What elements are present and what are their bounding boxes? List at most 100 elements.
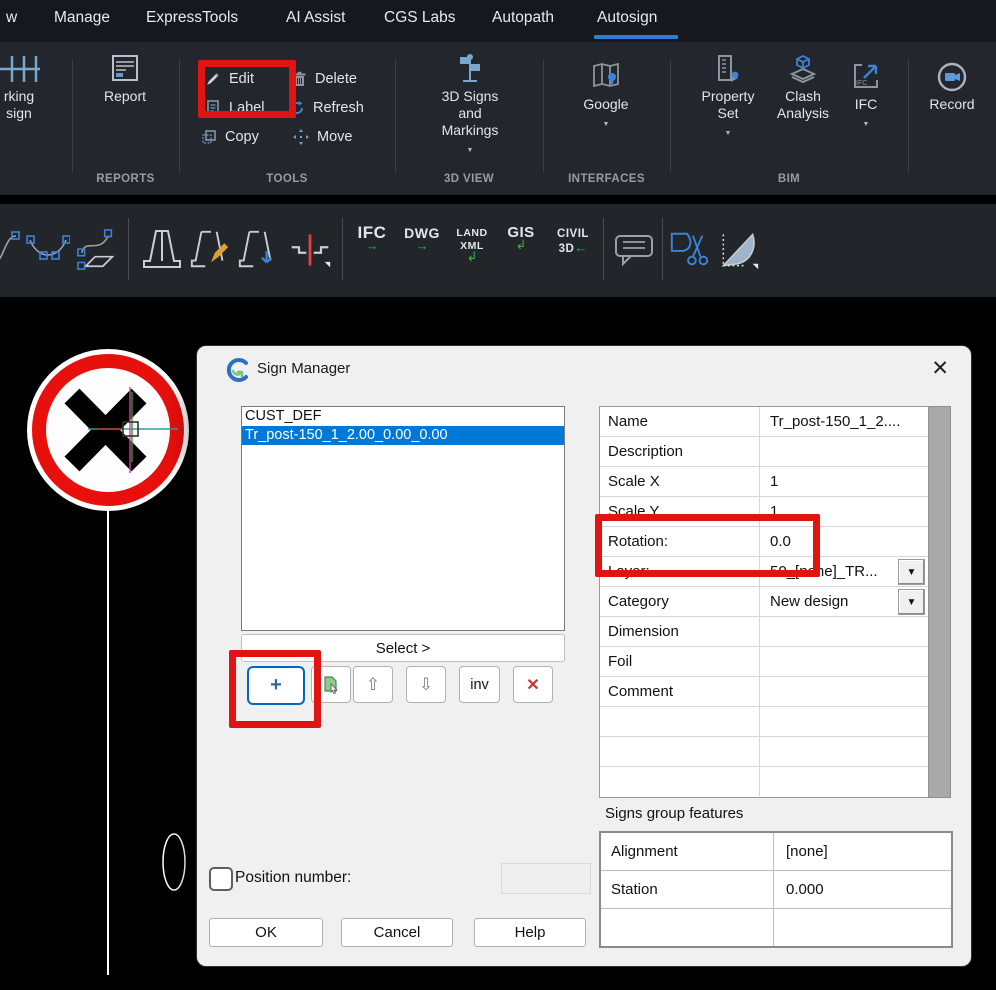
quick-toolbar: IFC → DWG → LAND XML ↲ GIS ↲ CIVIL 3D←	[0, 204, 996, 297]
highlight-box-edit	[198, 60, 296, 118]
ifc-export-icon: IFC	[838, 62, 894, 92]
refresh-label: Refresh	[313, 100, 364, 116]
report-icon	[85, 54, 165, 84]
traffic-sign-entity[interactable]	[27, 349, 189, 975]
ribbon-copy-button[interactable]: Copy	[200, 128, 259, 146]
clash-label-line1: Clash	[785, 88, 821, 104]
civil3d-import-tool[interactable]: CIVIL 3D←	[548, 226, 598, 256]
sign-list[interactable]: CUST_DEF Tr_post-150_1_2.00_0.00_0.00	[241, 406, 565, 631]
toolbar-divider	[342, 218, 343, 280]
google-label: Google	[583, 96, 628, 112]
ribbon-refresh-button[interactable]: Refresh	[288, 99, 364, 117]
category-dropdown-button[interactable]: ▼	[898, 589, 925, 615]
tab-autosign[interactable]: Autosign	[597, 9, 657, 27]
tab-view-partial[interactable]: w	[6, 9, 17, 27]
ok-button[interactable]: OK	[209, 918, 323, 947]
property-grid-scrollbar[interactable]	[928, 406, 951, 798]
toolbar-divider	[128, 218, 129, 280]
property-set-icon	[690, 54, 766, 84]
ribbon-google-button[interactable]: Google ▼	[566, 62, 646, 133]
help-button[interactable]: Help	[474, 918, 586, 947]
ribbon-3d-signs-button[interactable]: 3D Signs and Markings ▼	[424, 54, 516, 159]
dwg-export-tool[interactable]: DWG →	[398, 226, 446, 251]
position-number-checkbox[interactable]	[209, 867, 233, 891]
toolbar-divider	[603, 218, 604, 280]
green-arrow-left-icon: ←	[574, 240, 587, 255]
close-icon[interactable]: ✕	[931, 356, 949, 381]
move-up-button[interactable]: ⇧	[353, 666, 393, 703]
dropdown-caret-icon: ▼	[838, 116, 894, 133]
clash-label-line2: Analysis	[777, 105, 829, 121]
ribbon-report-button[interactable]: Report	[85, 54, 165, 105]
svg-text:IFC: IFC	[856, 80, 867, 87]
ribbon-parking-design-button[interactable]: rking sign	[0, 54, 64, 122]
group-label-3d-view: 3D VIEW	[395, 173, 543, 185]
dropdown-caret-icon: ▼	[690, 125, 766, 142]
delete-sign-button[interactable]: ✕	[513, 666, 553, 703]
tab-ai-assist[interactable]: AI Assist	[286, 9, 345, 27]
gis-import-tool[interactable]: GIS ↲	[498, 226, 544, 250]
property-row-comment: Comment	[600, 677, 928, 707]
cgs-labs-logo-icon	[225, 357, 251, 383]
property-row-category: Category New design ▼	[600, 587, 928, 617]
ifc-export-tool[interactable]: IFC →	[348, 226, 396, 251]
position-number-label: Position number:	[235, 869, 351, 887]
group-label-interfaces: INTERFACES	[543, 173, 670, 185]
dropdown-caret-icon: ▼	[566, 116, 646, 133]
copy-label: Copy	[225, 129, 259, 145]
trim-scissors-icon[interactable]	[668, 222, 712, 278]
move-down-button[interactable]: ⇩	[406, 666, 446, 703]
tab-manage[interactable]: Manage	[54, 9, 110, 27]
ribbon-delete-button[interactable]: Delete	[290, 70, 357, 88]
tab-expresstools[interactable]: ExpressTools	[146, 9, 238, 27]
ribbon-record-button[interactable]: Record	[908, 62, 996, 113]
signs3d-label-line3: Markings	[442, 122, 499, 138]
ribbon-property-set-button[interactable]: Property Set ▼	[690, 54, 766, 142]
parking-design-icon	[0, 54, 64, 84]
list-item[interactable]: CUST_DEF	[242, 407, 564, 426]
layer-dropdown-button[interactable]: ▼	[898, 559, 925, 585]
parking-label-line1: rking	[4, 88, 34, 104]
ribbon-divider	[179, 60, 180, 172]
copy-icon	[200, 128, 218, 146]
active-tab-underline	[594, 35, 678, 39]
dropdown-caret-icon: ▼	[424, 142, 516, 159]
ribbon-divider	[670, 60, 671, 172]
cross-section-icon[interactable]	[288, 222, 332, 278]
partial-tool-icon[interactable]	[0, 222, 26, 278]
landxml-import-tool[interactable]: LAND XML ↲	[448, 226, 496, 262]
invert-selection-button[interactable]: inv	[459, 666, 500, 703]
ribbon-move-button[interactable]: Move	[292, 128, 352, 146]
signpost-icon	[424, 54, 516, 84]
road-download-icon[interactable]	[236, 222, 280, 278]
tab-cgs-labs[interactable]: CGS Labs	[384, 9, 456, 27]
list-item-selected[interactable]: Tr_post-150_1_2.00_0.00_0.00	[242, 426, 564, 445]
property-row-scale-x: Scale X 1	[600, 467, 928, 497]
ellipse-entity[interactable]	[163, 834, 185, 890]
property-row-name: Name Tr_post-150_1_2....	[600, 407, 928, 437]
property-row-empty	[600, 767, 928, 796]
property-row-dimension: Dimension	[600, 617, 928, 647]
position-number-field	[501, 863, 591, 894]
signs-group-table: Alignment [none] Station 0.000	[599, 831, 953, 948]
road-edit-icon[interactable]	[188, 222, 232, 278]
ribbon-clash-analysis-button[interactable]: Clash Analysis	[764, 54, 842, 122]
angle-measure-icon[interactable]	[716, 222, 760, 278]
move-label: Move	[317, 129, 352, 145]
highlight-box-rotation	[595, 514, 820, 577]
polyline-curve-icon[interactable]	[26, 222, 70, 278]
road-model-icon[interactable]	[140, 222, 184, 278]
move-icon	[292, 128, 310, 146]
parking-label-line2: sign	[6, 105, 32, 121]
property-row-empty	[600, 737, 928, 767]
green-arrow-return-icon: ↲	[498, 240, 544, 250]
spline-area-icon[interactable]	[76, 222, 120, 278]
ribbon-ifc-button[interactable]: IFC IFC ▼	[838, 62, 894, 133]
tab-autopath[interactable]: Autopath	[492, 9, 554, 27]
ribbon-divider	[395, 60, 396, 172]
report-label: Report	[104, 88, 146, 104]
cancel-button[interactable]: Cancel	[341, 918, 453, 947]
ribbon-divider	[543, 60, 544, 172]
signs3d-label-line1: 3D Signs	[442, 88, 499, 104]
comment-bubble-icon[interactable]	[612, 222, 656, 278]
